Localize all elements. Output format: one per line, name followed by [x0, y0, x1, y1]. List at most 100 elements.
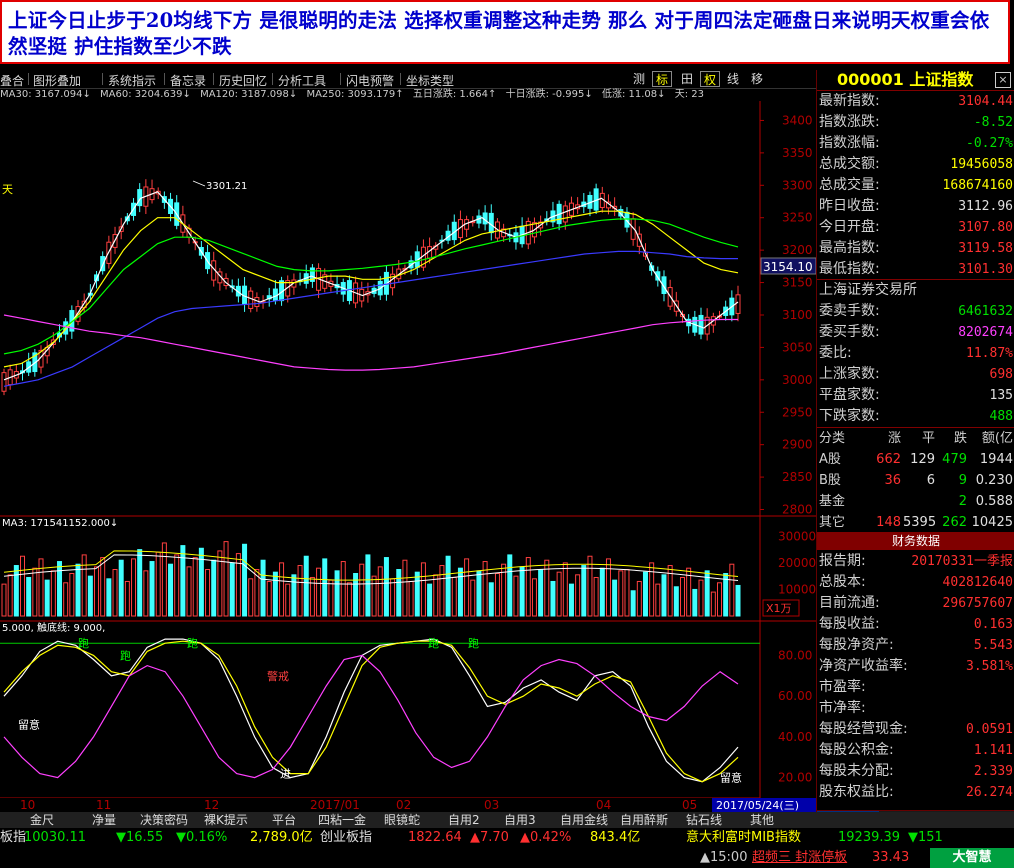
- indicator-tab[interactable]: 自用2: [448, 812, 480, 828]
- volume-bar: [575, 574, 581, 617]
- indicator-tab[interactable]: 自用3: [504, 812, 536, 828]
- volume-bar: [26, 576, 32, 617]
- ma250-label: MA250: 3093.179↑: [306, 89, 404, 100]
- brand-logo: 大智慧: [930, 848, 1014, 868]
- ticker-item: 创业板指: [320, 830, 373, 845]
- volume-bar: [229, 562, 235, 617]
- volume-bar: [359, 563, 365, 617]
- volume-bar: [562, 562, 568, 617]
- volume-bar: [716, 582, 722, 617]
- volume-bar: [50, 570, 56, 617]
- ticker-item: 1822.64: [408, 830, 462, 845]
- price-tick-label: 3350: [782, 146, 813, 160]
- ticker-item: ▲0.42%: [520, 830, 572, 845]
- toolbar-chart-overlay-button[interactable]: 图形叠加: [33, 72, 81, 89]
- quote-panel-header: 000001 上证指数 ×: [817, 70, 1014, 90]
- quote-row-value: 3107.80: [958, 220, 1013, 235]
- line-button[interactable]: 线: [724, 71, 742, 87]
- indicator-tab[interactable]: 四粘一金: [318, 812, 366, 828]
- move-button[interactable]: 移: [748, 71, 766, 87]
- date-axis-label: 12: [204, 798, 219, 812]
- indicator-tab[interactable]: 平台: [272, 812, 296, 828]
- class-table-row: 其它 148 5395 262 10425: [817, 512, 1014, 533]
- volume-tick-label: 20000: [778, 556, 816, 570]
- volume-bar: [365, 554, 371, 617]
- volume-bar: [137, 549, 143, 617]
- candle-body: [1, 372, 7, 392]
- indicator-tab[interactable]: 其他: [750, 812, 774, 828]
- volume-bar: [630, 590, 636, 617]
- finance-row-value: 0.163: [973, 617, 1013, 632]
- grid-layout-button[interactable]: 田: [678, 71, 696, 87]
- volume-bar: [124, 580, 130, 617]
- volume-bar: [371, 575, 377, 617]
- oscillator-line: [3, 654, 739, 779]
- ticker-item: 10030.11: [24, 830, 87, 845]
- ticker-item: ▼151: [908, 830, 943, 845]
- finance-row-label: 报告期:: [819, 553, 866, 569]
- mark-button[interactable]: 标: [652, 71, 672, 87]
- toolbar-axis-type-button[interactable]: 坐标类型: [406, 72, 454, 89]
- volume-bar: [7, 574, 13, 617]
- toolbar-system-indicator-button[interactable]: 系统指示: [108, 72, 156, 89]
- class-table-cell: B股: [819, 473, 841, 488]
- volume-bar: [593, 576, 599, 617]
- signal-label: 跑: [428, 636, 439, 650]
- candle-body: [698, 314, 704, 335]
- measure-button[interactable]: 测: [630, 71, 648, 87]
- indicator-tab[interactable]: 眼镜蛇: [384, 812, 420, 828]
- indicator-tab[interactable]: 裸K提示: [204, 812, 248, 828]
- indicator-tab[interactable]: 金尺: [30, 812, 54, 828]
- class-table-cell: 262: [942, 515, 967, 530]
- quote-row-label: 总成交额:: [819, 156, 880, 172]
- signal-label: 留意: [720, 771, 742, 785]
- volume-bar: [507, 554, 513, 617]
- volume-bar: [266, 580, 272, 617]
- price-tick-label: 3300: [782, 178, 813, 192]
- indicator-tab[interactable]: 决策密码: [140, 812, 188, 828]
- volume-bar: [260, 559, 266, 617]
- date-axis-label: 2017/01: [310, 798, 360, 812]
- toolbar-analysis-tools-button[interactable]: 分析工具: [278, 72, 326, 89]
- volume-bar: [118, 559, 124, 617]
- signal-label: 警戒: [267, 669, 289, 683]
- volume-bar: [161, 542, 167, 617]
- toolbar-flash-alert-button[interactable]: 闪电预警: [346, 72, 394, 89]
- indicator-tab[interactable]: 自用醉斯: [620, 812, 668, 828]
- rights-adjust-button[interactable]: 权: [700, 71, 720, 87]
- class-table-cell: 36: [884, 473, 901, 488]
- news-time: ▲15:00: [700, 850, 748, 865]
- exchange-row: 委买手数: 8202674: [817, 322, 1014, 343]
- volume-bar: [346, 582, 352, 617]
- toolbar-overlay-button[interactable]: 叠合: [0, 72, 24, 89]
- volume-bar: [69, 573, 75, 617]
- indicator-tab[interactable]: 净量: [92, 812, 116, 828]
- indicator-tab[interactable]: 钻石线: [686, 812, 722, 828]
- quote-row: 总成交额: 19456058: [817, 154, 1014, 175]
- date-axis-label: 04: [596, 798, 611, 812]
- oscillator-tick-label: 80.00: [778, 648, 812, 662]
- class-table-heading: 涨: [887, 431, 901, 446]
- close-icon[interactable]: ×: [995, 72, 1011, 88]
- kline-chart-area[interactable]: 3400 3350 3300 3250 3200 3150 3100 3050 3000 2950…: [0, 101, 816, 798]
- finance-row-label: 目前流通:: [819, 595, 880, 611]
- volume-bar: [322, 558, 328, 617]
- date-axis-label: 02: [396, 798, 411, 812]
- current-price-label: 3154.10: [763, 260, 813, 274]
- quote-row: 总成交量: 168674160: [817, 175, 1014, 196]
- finance-row-value: 1.141: [973, 743, 1013, 758]
- quote-row-label: 指数涨跌:: [819, 114, 880, 130]
- indicator-tab[interactable]: 自用金线: [560, 812, 608, 828]
- toolbar-memo-button[interactable]: 备忘录: [170, 72, 206, 89]
- class-table-cell: 662: [876, 452, 901, 467]
- volume-bar: [599, 567, 605, 617]
- price-tick-label: 3250: [782, 211, 813, 225]
- exchange-row: 委比: 11.87%: [817, 343, 1014, 364]
- volume-bar: [531, 578, 537, 617]
- news-price: 33.43: [872, 850, 910, 865]
- quote-row: 指数涨幅: -0.27%: [817, 133, 1014, 154]
- volume-bar: [87, 575, 93, 617]
- toolbar-history-button[interactable]: 历史回忆: [219, 72, 267, 89]
- exchange-row: 上涨家数: 698: [817, 364, 1014, 385]
- news-headline[interactable]: 超频三 封涨停板: [752, 848, 847, 868]
